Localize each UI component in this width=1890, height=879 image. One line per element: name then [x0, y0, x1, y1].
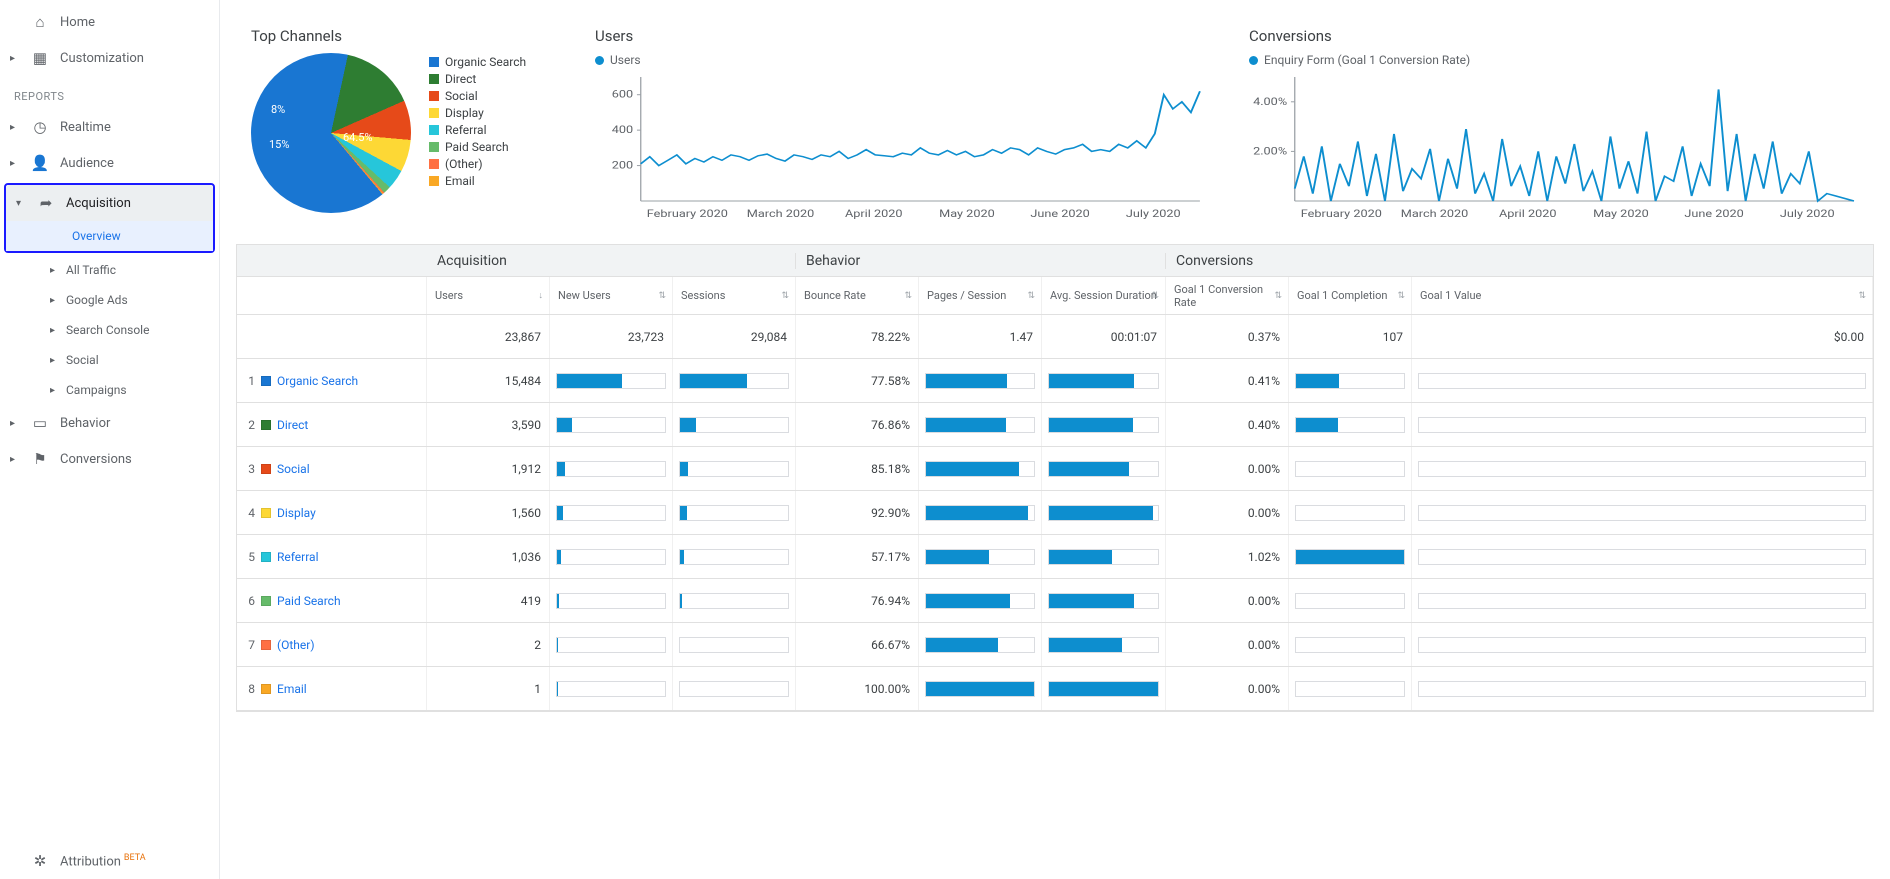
- nav-customization[interactable]: ▸▦ Customization: [0, 40, 219, 76]
- svg-text:July 2020: July 2020: [1126, 207, 1181, 219]
- channel-link[interactable]: Organic Search: [277, 374, 358, 388]
- svg-text:February 2020: February 2020: [647, 207, 728, 219]
- nav-conversions[interactable]: ▸⚑ Conversions: [0, 441, 219, 477]
- card-top-channels-title: Top Channels: [251, 27, 551, 45]
- nav-acq-alltraffic[interactable]: ▸All Traffic: [0, 255, 219, 285]
- channel-link[interactable]: Direct: [277, 418, 308, 432]
- col-dur[interactable]: Avg. Session Duration⇅: [1042, 277, 1166, 314]
- share-icon: ➦: [36, 194, 56, 212]
- col-newusers[interactable]: New Users⇅: [550, 277, 673, 314]
- table-row: 6Paid Search41976.94%0.00%: [237, 579, 1873, 623]
- nav-audience[interactable]: ▸👤 Audience: [0, 145, 219, 181]
- col-gcomp[interactable]: Goal 1 Completion⇅: [1289, 277, 1412, 314]
- nav-reports-label: REPORTS: [0, 76, 219, 109]
- svg-text:March 2020: March 2020: [1401, 207, 1468, 219]
- sidebar: ⌂ Home ▸▦ Customization REPORTS ▸◷ Realt…: [0, 0, 220, 879]
- svg-text:200: 200: [612, 159, 633, 171]
- channel-link[interactable]: Paid Search: [277, 594, 341, 608]
- nav-home-label: Home: [60, 15, 95, 30]
- conversions-chart: 2.00% 4.00% February 2020 March 2020 April 2…: [1249, 71, 1859, 221]
- nav-realtime[interactable]: ▸◷ Realtime: [0, 109, 219, 145]
- nav-acq-googleads[interactable]: ▸Google Ads: [0, 285, 219, 315]
- home-icon: ⌂: [30, 13, 50, 31]
- table-row: 8Email1100.00%0.00%: [237, 667, 1873, 711]
- table-group-header: Acquisition Behavior Conversions: [237, 245, 1873, 277]
- legend-item[interactable]: Display: [429, 104, 526, 121]
- group-acquisition: Acquisition: [427, 253, 796, 269]
- acquisition-table: Acquisition Behavior Conversions Users↓ …: [236, 244, 1874, 712]
- col-gval[interactable]: Goal 1 Value⇅: [1412, 277, 1873, 314]
- dot-icon: [595, 56, 604, 65]
- pie-legend: Organic SearchDirectSocialDisplayReferra…: [429, 53, 526, 189]
- card-users: Users Users 200400600February 2020March …: [580, 14, 1220, 232]
- table-row: 4Display1,56092.90%0.00%: [237, 491, 1873, 535]
- nav-acquisition-group: ▾➦ Acquisition Overview: [4, 183, 215, 253]
- col-sessions[interactable]: Sessions⇅: [673, 277, 796, 314]
- card-conversions-title: Conversions: [1249, 27, 1859, 45]
- card-top-channels: Top Channels 64.5% 15% 8% Organic Search…: [236, 14, 566, 232]
- svg-text:July 2020: July 2020: [1780, 207, 1835, 219]
- group-behavior: Behavior: [796, 253, 1166, 269]
- table-row: 5Referral1,03657.17%1.02%: [237, 535, 1873, 579]
- table-totals: 23,867 23,723 29,084 78.22% 1.47 00:01:0…: [237, 315, 1873, 359]
- channel-link[interactable]: (Other): [277, 638, 315, 652]
- svg-text:June 2020: June 2020: [1030, 207, 1089, 219]
- legend-item[interactable]: Direct: [429, 70, 526, 87]
- clock-icon: ◷: [30, 118, 50, 136]
- card-conversions: Conversions Enquiry Form (Goal 1 Convers…: [1234, 14, 1874, 232]
- table-column-header: Users↓ New Users⇅ Sessions⇅ Bounce Rate⇅…: [237, 277, 1873, 315]
- channel-link[interactable]: Referral: [277, 550, 319, 564]
- person-icon: 👤: [30, 154, 50, 172]
- nav-acq-searchconsole[interactable]: ▸Search Console: [0, 315, 219, 345]
- legend-item[interactable]: Referral: [429, 121, 526, 138]
- legend-item[interactable]: Social: [429, 87, 526, 104]
- svg-text:February 2020: February 2020: [1301, 207, 1382, 219]
- col-pps[interactable]: Pages / Session⇅: [919, 277, 1042, 314]
- card-users-title: Users: [595, 27, 1205, 45]
- nav-home[interactable]: ⌂ Home: [0, 4, 219, 40]
- table-row: 3Social1,91285.18%0.00%: [237, 447, 1873, 491]
- flag-icon: ⚑: [30, 450, 50, 468]
- legend-item[interactable]: Email: [429, 172, 526, 189]
- svg-text:June 2020: June 2020: [1684, 207, 1743, 219]
- dot-icon: [1249, 56, 1258, 65]
- nav-attribution[interactable]: ✲ AttributionBETA: [0, 843, 219, 879]
- svg-text:May 2020: May 2020: [939, 207, 995, 219]
- col-users[interactable]: Users↓: [427, 277, 550, 314]
- pie-chart: 64.5% 15% 8%: [251, 53, 411, 213]
- legend-item[interactable]: Paid Search: [429, 138, 526, 155]
- svg-text:600: 600: [612, 88, 633, 100]
- col-bounce[interactable]: Bounce Rate⇅: [796, 277, 919, 314]
- svg-text:April 2020: April 2020: [1499, 207, 1557, 219]
- svg-text:March 2020: March 2020: [747, 207, 814, 219]
- nav-acquisition[interactable]: ▾➦ Acquisition: [6, 185, 213, 221]
- svg-text:400: 400: [612, 124, 633, 136]
- channel-link[interactable]: Email: [277, 682, 307, 696]
- table-row: 1Organic Search15,48477.58%0.41%: [237, 359, 1873, 403]
- table-row: 7(Other)266.67%0.00%: [237, 623, 1873, 667]
- legend-item[interactable]: Organic Search: [429, 53, 526, 70]
- nav-behavior[interactable]: ▸▭ Behavior: [0, 405, 219, 441]
- col-gcr[interactable]: Goal 1 Conversion Rate⇅: [1166, 277, 1289, 314]
- users-chart: 200 400 600 February 2020 March 2020 April 20…: [595, 71, 1205, 221]
- behavior-icon: ▭: [30, 414, 50, 432]
- svg-text:2.00%: 2.00%: [1253, 145, 1287, 157]
- nav-acq-overview[interactable]: Overview: [6, 221, 213, 251]
- dashboard-icon: ▦: [30, 49, 50, 67]
- svg-text:May 2020: May 2020: [1593, 207, 1649, 219]
- channel-link[interactable]: Display: [277, 506, 316, 520]
- nav-acq-social[interactable]: ▸Social: [0, 345, 219, 375]
- svg-text:4.00%: 4.00%: [1253, 95, 1287, 107]
- channel-link[interactable]: Social: [277, 462, 310, 476]
- table-row: 2Direct3,59076.86%0.40%: [237, 403, 1873, 447]
- legend-item[interactable]: (Other): [429, 155, 526, 172]
- attribution-icon: ✲: [30, 852, 50, 870]
- main-content: Top Channels 64.5% 15% 8% Organic Search…: [220, 0, 1890, 879]
- nav-acq-campaigns[interactable]: ▸Campaigns: [0, 375, 219, 405]
- svg-text:April 2020: April 2020: [845, 207, 903, 219]
- group-conversions: Conversions: [1166, 253, 1873, 269]
